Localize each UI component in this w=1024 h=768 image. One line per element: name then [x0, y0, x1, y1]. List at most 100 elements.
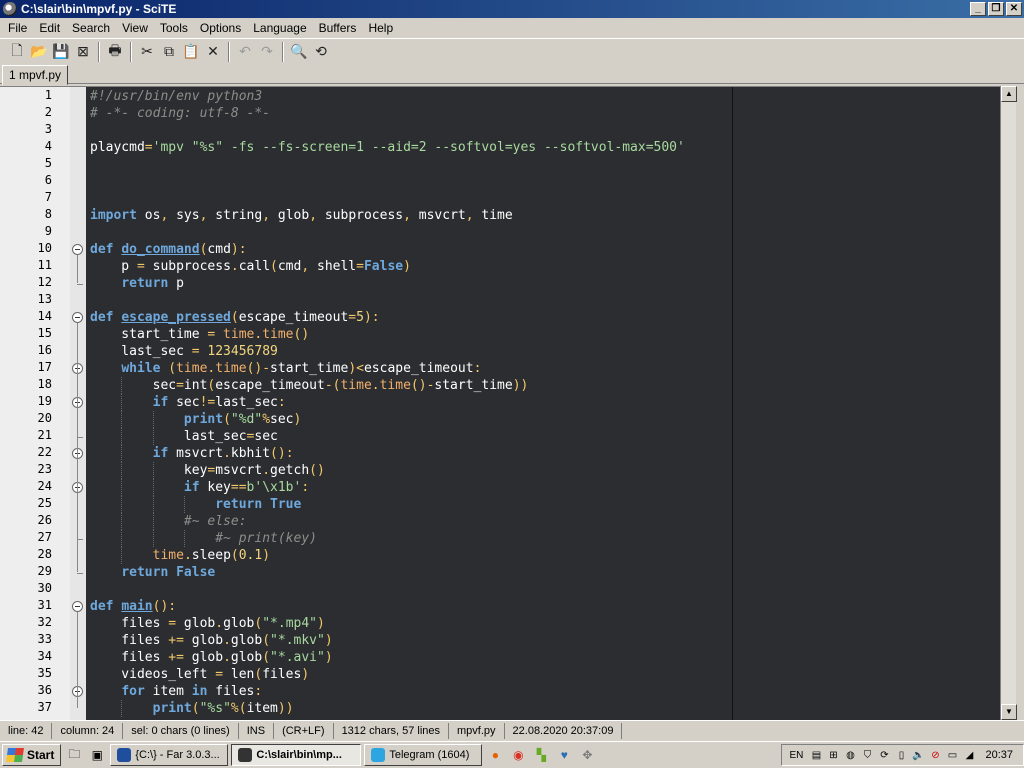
scroll-up-icon[interactable]: ▲: [1001, 86, 1017, 102]
indent-guide: [152, 479, 154, 496]
close-file-icon[interactable]: ⊠: [72, 41, 94, 63]
line-number: 2: [44, 105, 52, 119]
line-number: 27: [37, 530, 52, 544]
code-line: sec=int(escape_timeout-(time.time()-star…: [90, 378, 529, 393]
code-line: def escape_pressed(escape_timeout=5):: [90, 310, 380, 325]
indent-guide: [152, 496, 154, 513]
taskbar-item[interactable]: C:\slair\bin\mp...: [231, 744, 362, 766]
menu-options[interactable]: Options: [194, 21, 247, 35]
indent-guide: [152, 462, 154, 479]
firefox-icon[interactable]: ●: [485, 745, 505, 765]
menu-buffers[interactable]: Buffers: [313, 21, 363, 35]
toolbar-separator: [228, 41, 230, 62]
tray-device-icon[interactable]: ▯: [894, 748, 908, 762]
menu-language[interactable]: Language: [247, 21, 312, 35]
line-number: 35: [37, 666, 52, 680]
code-line: return p: [121, 276, 184, 291]
tray-globe-icon[interactable]: ◍: [843, 748, 857, 762]
status-selection: sel: 0 chars (0 lines): [123, 723, 239, 739]
folder-icon[interactable]: 🗀: [64, 745, 84, 765]
tray-alert-icon[interactable]: ⊘: [928, 748, 942, 762]
tray-signal-icon[interactable]: ◢: [962, 748, 976, 762]
indent-guide: [121, 428, 123, 445]
tray-clock[interactable]: 20:37: [979, 749, 1019, 761]
code-line: last_sec = 123456789: [90, 344, 278, 359]
language-indicator[interactable]: EN: [786, 748, 806, 762]
taskbar-item[interactable]: {C:\} - Far 3.0.3...: [110, 744, 229, 766]
scite-app-icon: [3, 2, 17, 16]
toolbar-separator: [282, 41, 284, 62]
menu-tools[interactable]: Tools: [154, 21, 194, 35]
copy-icon[interactable]: ⧉: [158, 41, 180, 63]
fold-end-marker: [77, 573, 83, 574]
code-editor[interactable]: 1 2 3 4 5 6 7 8 9 10 11 12 13 14 15 16 17 18 19 20 21 22 23 24 2…: [0, 86, 1000, 720]
app-icon-m[interactable]: ▚: [531, 745, 551, 765]
menu-search[interactable]: Search: [66, 21, 116, 35]
tab-strip: 1 mpvf.py: [0, 64, 1024, 85]
fold-toggle-icon[interactable]: [72, 244, 83, 255]
status-bar: line: 42 column: 24 sel: 0 chars (0 line…: [0, 720, 1024, 741]
line-number: 12: [37, 275, 52, 289]
new-icon[interactable]: 🗋: [6, 41, 28, 63]
indent-guide: [152, 428, 154, 445]
minimize-button[interactable]: _: [970, 2, 986, 16]
app-icon-heart[interactable]: ♥: [554, 745, 574, 765]
line-number: 4: [44, 139, 52, 153]
task-app-icon: [117, 748, 132, 762]
menu-file[interactable]: File: [2, 21, 33, 35]
tray-sync-icon[interactable]: ⟳: [877, 748, 891, 762]
app-icon-puzzle[interactable]: ✥: [577, 745, 597, 765]
code-line: def main():: [90, 599, 177, 614]
indent-guide: [121, 394, 123, 411]
task-app-icon: [238, 748, 253, 762]
tab-mpvf-py[interactable]: 1 mpvf.py: [2, 65, 69, 85]
code-line: playcmd='mpv "%s" -fs --fs-screen=1 --ai…: [90, 140, 685, 155]
code-line: key=msvcrt.getch(): [90, 463, 325, 478]
cut-icon[interactable]: ✂: [136, 41, 158, 63]
find-icon[interactable]: 🔍: [288, 41, 310, 63]
code-area[interactable]: #!/usr/bin/env python3 # -*- coding: utf-…: [90, 87, 1000, 720]
delete-icon[interactable]: ✕: [202, 41, 224, 63]
menu-bar: File Edit Search View Tools Options Language Bu…: [0, 18, 1024, 38]
line-number: 34: [37, 649, 52, 663]
tray-shield-icon[interactable]: ⛉: [860, 748, 874, 762]
line-number: 20: [37, 411, 52, 425]
chrome-icon[interactable]: ◉: [508, 745, 528, 765]
status-line: line: 42: [0, 723, 53, 739]
line-number: 6: [44, 173, 52, 187]
print-icon[interactable]: 🖶: [104, 41, 126, 63]
menu-view[interactable]: View: [116, 21, 154, 35]
status-stats: 1312 chars, 57 lines: [334, 723, 450, 739]
start-button[interactable]: Start: [2, 744, 62, 766]
fold-end-marker: [77, 437, 83, 438]
menu-edit[interactable]: Edit: [33, 21, 66, 35]
close-button[interactable]: ✕: [1006, 2, 1022, 16]
task-label: Telegram (1604): [389, 749, 470, 761]
taskbar-item[interactable]: Telegram (1604): [364, 744, 483, 766]
tray-battery-icon[interactable]: ▭: [945, 748, 959, 762]
line-number: 8: [44, 207, 52, 221]
indent-guide: [121, 530, 123, 547]
vertical-scrollbar[interactable]: ▲ ▼: [1000, 86, 1017, 720]
open-icon[interactable]: 📂: [28, 41, 50, 63]
code-line: files = glob.glob("*.mp4"): [90, 616, 325, 631]
tray-network-icon[interactable]: ⊞: [826, 748, 840, 762]
maximize-button[interactable]: ❐: [988, 2, 1004, 16]
undo-icon[interactable]: ↶: [234, 41, 256, 63]
save-icon[interactable]: 💾: [50, 41, 72, 63]
console-icon[interactable]: ▣: [87, 745, 107, 765]
redo-icon[interactable]: ↷: [256, 41, 278, 63]
scroll-down-icon[interactable]: ▼: [1001, 704, 1017, 720]
paste-icon[interactable]: 📋: [180, 41, 202, 63]
fold-toggle-icon[interactable]: [72, 601, 83, 612]
indent-guide: [152, 411, 154, 428]
fold-toggle-icon[interactable]: [72, 312, 83, 323]
task-app-icon: [371, 748, 386, 762]
tray-volume-icon[interactable]: 🔈: [911, 748, 925, 762]
replace-icon[interactable]: ⟲: [310, 41, 332, 63]
toolbar: 🗋 📂 💾 ⊠ 🖶 ✂ ⧉ 📋 ✕ ↶ ↷ 🔍 ⟲: [0, 38, 1024, 64]
tray-app-icon[interactable]: ▤: [809, 748, 823, 762]
line-number: 21: [37, 428, 52, 442]
menu-help[interactable]: Help: [362, 21, 399, 35]
window-controls: _ ❐ ✕: [968, 2, 1022, 16]
